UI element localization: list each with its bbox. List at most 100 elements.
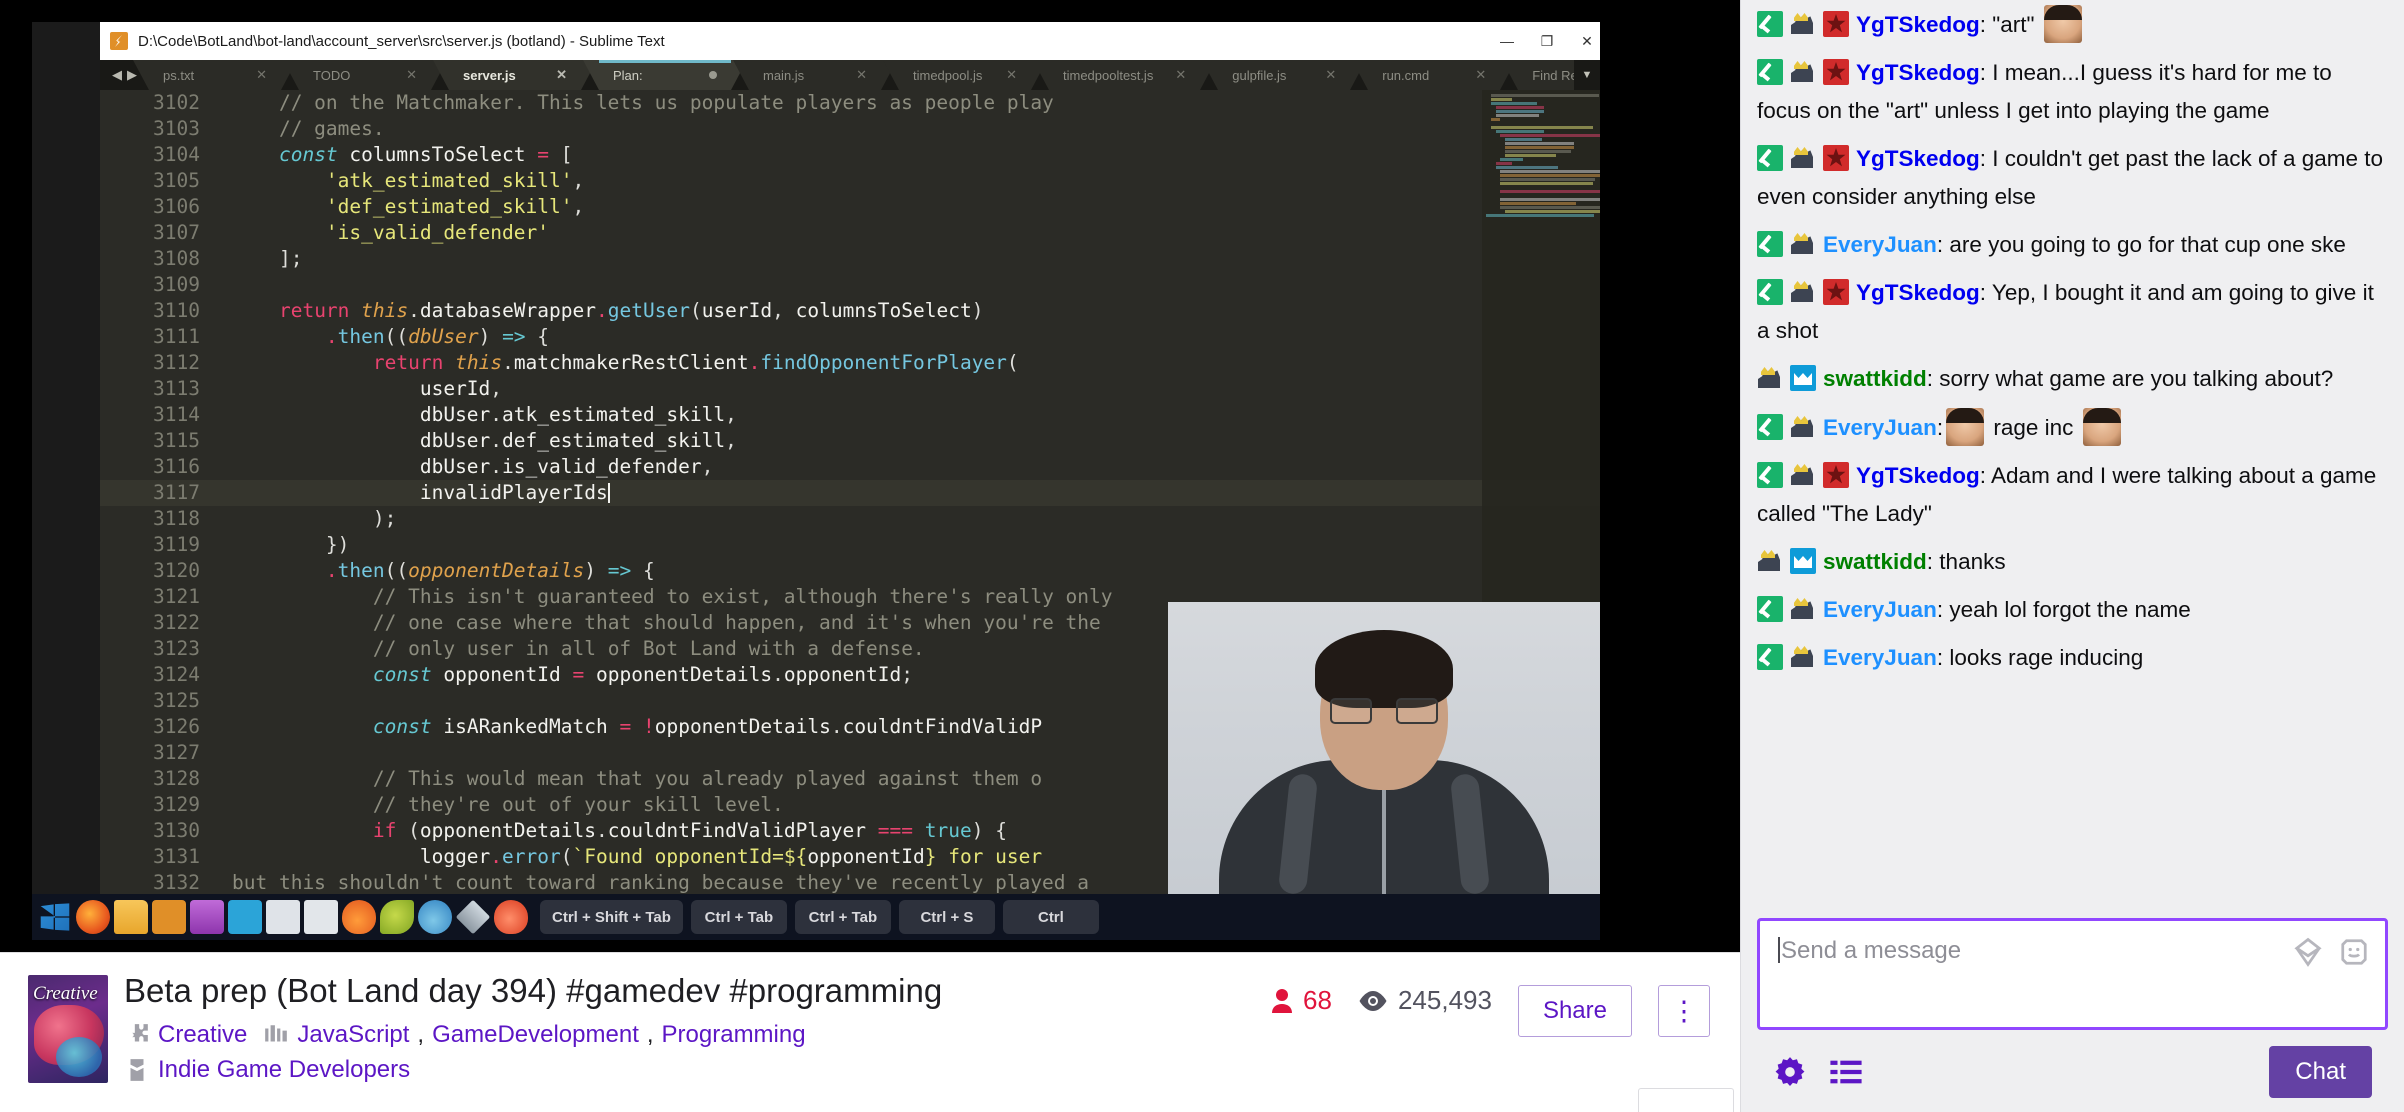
- code-line[interactable]: 3105 'atk_estimated_skill',: [100, 168, 1600, 194]
- subscriber-badge-icon[interactable]: [1757, 462, 1783, 488]
- editor-tab-run-cmd[interactable]: run.cmd ✕: [1352, 60, 1517, 90]
- input-icon-group[interactable]: [2293, 937, 2369, 967]
- turbo-badge-icon[interactable]: [1790, 11, 1816, 37]
- video-player[interactable]: D:\Code\BotLand\bot-land\account_server\…: [0, 0, 1740, 952]
- bottom-tab-nub[interactable]: [1638, 1088, 1734, 1112]
- ember-icon[interactable]: [494, 900, 528, 934]
- subscriber-badge-icon[interactable]: [1757, 59, 1783, 85]
- code-line[interactable]: 3107 'is_valid_defender': [100, 220, 1600, 246]
- editor-tab-main-js[interactable]: main.js ✕: [733, 60, 897, 90]
- code-line[interactable]: 3110 return this.databaseWrapper.getUser…: [100, 298, 1600, 324]
- code-line[interactable]: 3113 userId,: [100, 376, 1600, 402]
- code-line[interactable]: 3115 dbUser.def_estimated_skill,: [100, 428, 1600, 454]
- turbo-badge-icon[interactable]: [1790, 414, 1816, 440]
- team-link[interactable]: Indie Game Developers: [158, 1056, 410, 1084]
- code-line[interactable]: 3111 .then((dbUser) => {: [100, 324, 1600, 350]
- chat-username[interactable]: swattkidd: [1823, 549, 1927, 574]
- chat-username[interactable]: swattkidd: [1823, 366, 1927, 391]
- droplet-icon[interactable]: [418, 900, 452, 934]
- code-line[interactable]: 3109: [100, 272, 1600, 298]
- tab-close-icon[interactable]: ✕: [856, 67, 867, 83]
- subscriber-badge-icon[interactable]: [1757, 145, 1783, 171]
- code-line[interactable]: 3116 dbUser.is_valid_defender,: [100, 454, 1600, 480]
- tab-dirty-dot[interactable]: [709, 71, 717, 79]
- tab-close-icon[interactable]: ✕: [1475, 67, 1486, 83]
- code-line[interactable]: 3108 ];: [100, 246, 1600, 272]
- tag-link-2[interactable]: Programming: [662, 1021, 806, 1049]
- chat-username[interactable]: YgTSkedog: [1856, 463, 1980, 488]
- window-controls[interactable]: — ❐ ✕: [1500, 22, 1594, 60]
- flame-icon[interactable]: [342, 900, 376, 934]
- subscriber-badge-icon[interactable]: [1757, 414, 1783, 440]
- editor-tab-todo[interactable]: TODO ✕: [283, 60, 447, 90]
- turbo-badge-icon[interactable]: [1790, 145, 1816, 171]
- chat-username[interactable]: EveryJuan: [1823, 415, 1937, 440]
- turbo-badge-icon[interactable]: [1790, 644, 1816, 670]
- emote-icon[interactable]: [2339, 937, 2369, 967]
- taskbar-hint-0[interactable]: Ctrl + Shift + Tab: [540, 900, 683, 934]
- bits-icon[interactable]: [2293, 937, 2323, 967]
- tag-link-1[interactable]: GameDevelopment: [432, 1021, 639, 1049]
- tab-close-icon[interactable]: ✕: [1006, 67, 1017, 83]
- code-line[interactable]: 3104 const columnsToSelect = [: [100, 142, 1600, 168]
- turbo-badge-icon[interactable]: [1790, 231, 1816, 257]
- code-line[interactable]: 3118 );: [100, 506, 1600, 532]
- taskbar-hint-2[interactable]: Ctrl + Tab: [794, 900, 891, 934]
- taskbar-hint-1[interactable]: Ctrl + Tab: [690, 900, 787, 934]
- editor-tab-server-js[interactable]: server.js ✕: [433, 60, 597, 90]
- chat-send-button[interactable]: Chat: [2269, 1046, 2372, 1098]
- category-link[interactable]: Creative: [158, 1021, 247, 1049]
- subscriber-badge-icon[interactable]: [1757, 596, 1783, 622]
- chat-username[interactable]: EveryJuan: [1823, 597, 1937, 622]
- editor-tab-gulpfile-js[interactable]: gulpfile.js ✕: [1202, 60, 1367, 90]
- code-line[interactable]: 3119 }): [100, 532, 1600, 558]
- chat-username[interactable]: YgTSkedog: [1856, 146, 1980, 171]
- turbo-badge-icon[interactable]: [1757, 365, 1783, 391]
- tab-close-icon[interactable]: ✕: [1175, 67, 1186, 83]
- code-line[interactable]: 3103 // games.: [100, 116, 1600, 142]
- chat-username[interactable]: EveryJuan: [1823, 645, 1937, 670]
- windows-start-icon[interactable]: [40, 903, 70, 931]
- editor-tab-timedpool-js[interactable]: timedpool.js ✕: [883, 60, 1047, 90]
- tab-prev-icon[interactable]: ◀: [112, 67, 122, 83]
- subscriber-badge-icon[interactable]: [1757, 11, 1783, 37]
- windows-taskbar[interactable]: Ctrl + Shift + Tab Ctrl + Tab Ctrl + Tab Ct…: [32, 894, 1600, 940]
- chat-message-list[interactable]: YgTSkedog: "art" YgTSkedog: I mean...I g…: [1741, 0, 2404, 908]
- turbo-badge-icon[interactable]: [1790, 596, 1816, 622]
- channel-avatar[interactable]: Creative: [28, 975, 108, 1083]
- prime-badge-icon[interactable]: [1790, 365, 1816, 391]
- maximize-button[interactable]: ❐: [1540, 34, 1554, 48]
- notepadpp-icon[interactable]: [190, 900, 224, 934]
- chat-username[interactable]: YgTSkedog: [1856, 280, 1980, 305]
- turbo-badge-icon[interactable]: [1790, 279, 1816, 305]
- subscriber-badge-icon[interactable]: [1757, 231, 1783, 257]
- tag-link-0[interactable]: JavaScript: [297, 1021, 409, 1049]
- moderator-badge-icon[interactable]: [1823, 11, 1849, 37]
- share-button[interactable]: Share: [1517, 985, 1632, 1037]
- code-line[interactable]: 3106 'def_estimated_skill',: [100, 194, 1600, 220]
- tab-overflow-menu-icon[interactable]: ▼: [1574, 60, 1600, 90]
- tab-close-icon[interactable]: ✕: [256, 67, 267, 83]
- firefox-icon[interactable]: [76, 900, 110, 934]
- folder-explorer-icon[interactable]: [114, 900, 148, 934]
- code-line[interactable]: 3102 // on the Matchmaker. This lets us …: [100, 90, 1600, 116]
- sublime-text-icon-taskbar[interactable]: [152, 900, 186, 934]
- code-line[interactable]: 3120 .then((opponentDetails) => {: [100, 558, 1600, 584]
- turbo-badge-icon[interactable]: [1790, 462, 1816, 488]
- editor-tab-plan-[interactable]: Plan:: [583, 60, 747, 90]
- tab-close-icon[interactable]: ✕: [556, 67, 567, 83]
- console-icon[interactable]: [228, 900, 262, 934]
- editor-tabbar[interactable]: ◀ ▶ ps.txt ✕ TODO ✕ server.js ✕ Plan: main.js ✕ t…: [100, 60, 1600, 90]
- turbo-badge-icon[interactable]: [1757, 548, 1783, 574]
- editor-tab-ps-txt[interactable]: ps.txt ✕: [133, 60, 297, 90]
- taskbar-hint-4[interactable]: Ctrl: [1002, 900, 1099, 934]
- close-button[interactable]: ✕: [1580, 34, 1594, 48]
- subscriber-badge-icon[interactable]: [1757, 279, 1783, 305]
- leaf-icon[interactable]: [380, 900, 414, 934]
- more-options-button[interactable]: ⋮: [1658, 985, 1710, 1037]
- code-line[interactable]: 3117 invalidPlayerIds: [100, 480, 1600, 506]
- code-line[interactable]: 3114 dbUser.atk_estimated_skill,: [100, 402, 1600, 428]
- moderator-badge-icon[interactable]: [1823, 59, 1849, 85]
- chat-username[interactable]: YgTSkedog: [1856, 12, 1980, 37]
- chat-input-wrapper[interactable]: Send a message: [1757, 918, 2388, 1030]
